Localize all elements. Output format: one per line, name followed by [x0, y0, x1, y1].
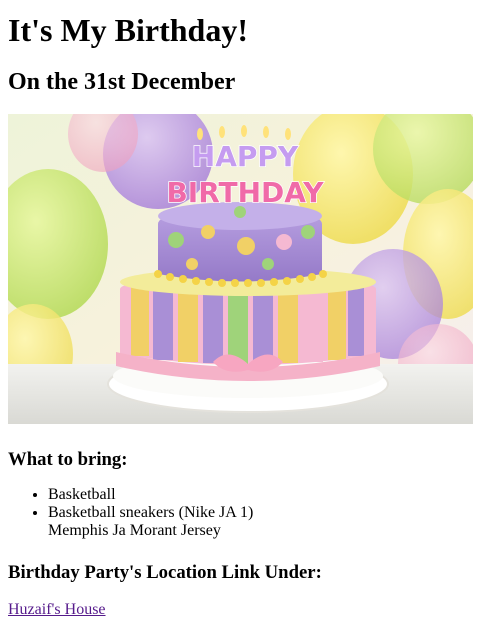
bring-list: Basketball Basketball sneakers (Nike JA … — [8, 486, 253, 540]
list-item-continued-text: Memphis Ja Morant Jersey — [48, 522, 221, 539]
list-item-text: Basketball — [48, 486, 116, 503]
birthday-candles: BIRTHDAY — [166, 176, 324, 209]
list-item: Basketball sneakers (Nike JA 1)Memphis J… — [48, 504, 253, 540]
page-title: It's My Birthday! — [8, 12, 248, 48]
party-location-heading: Birthday Party's Location Link Under: — [8, 562, 322, 583]
happy-candles: HAPPY — [192, 140, 299, 173]
list-item: Basketball — [48, 486, 253, 504]
birthday-cake-image: HAPPY BIRTHDAY — [8, 114, 473, 424]
what-to-bring-heading: What to bring: — [8, 449, 128, 470]
list-item-text: Basketball sneakers (Nike JA 1) — [48, 504, 254, 521]
location-link[interactable]: Huzaif's House — [8, 600, 106, 619]
page-subtitle: On the 31st December — [8, 69, 236, 95]
